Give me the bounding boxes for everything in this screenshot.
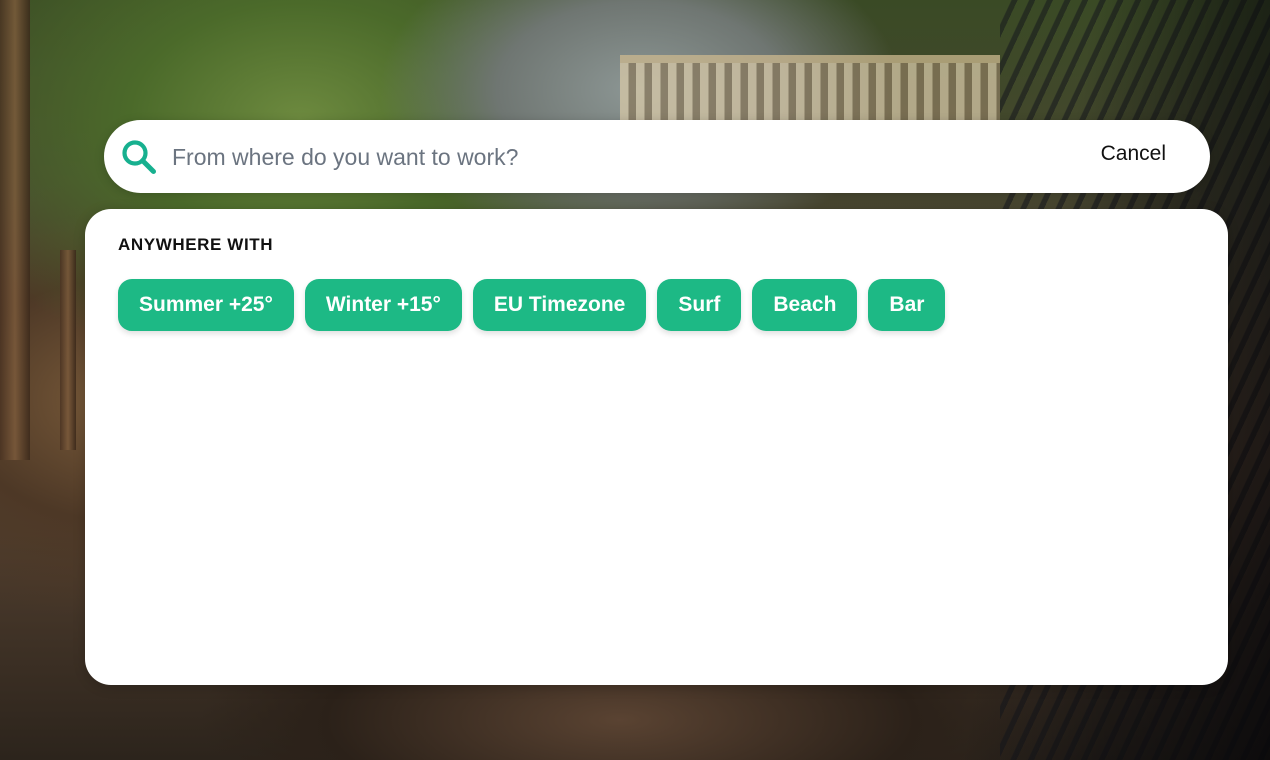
section-heading: ANYWHERE WITH [118,235,274,254]
search-bar: Cancel [104,120,1210,193]
search-icon[interactable] [120,138,158,176]
tag-list: Summer +25° Winter +15° EU Timezone Surf… [118,279,946,331]
background-post [60,250,76,450]
cancel-button[interactable]: Cancel [1101,142,1166,166]
tag-winter-button[interactable]: Winter +15° [304,279,462,331]
tag-eu-timezone-button[interactable]: EU Timezone [472,279,647,331]
tag-surf-button[interactable]: Surf [657,279,742,331]
tag-summer-button[interactable]: Summer +25° [118,279,294,331]
suggestions-panel: ANYWHERE WITH Summer +25° Winter +15° EU… [85,209,1228,685]
search-input[interactable] [172,138,1052,176]
background-post [0,0,30,460]
tag-bar-button[interactable]: Bar [868,279,946,331]
tag-beach-button[interactable]: Beach [752,279,858,331]
